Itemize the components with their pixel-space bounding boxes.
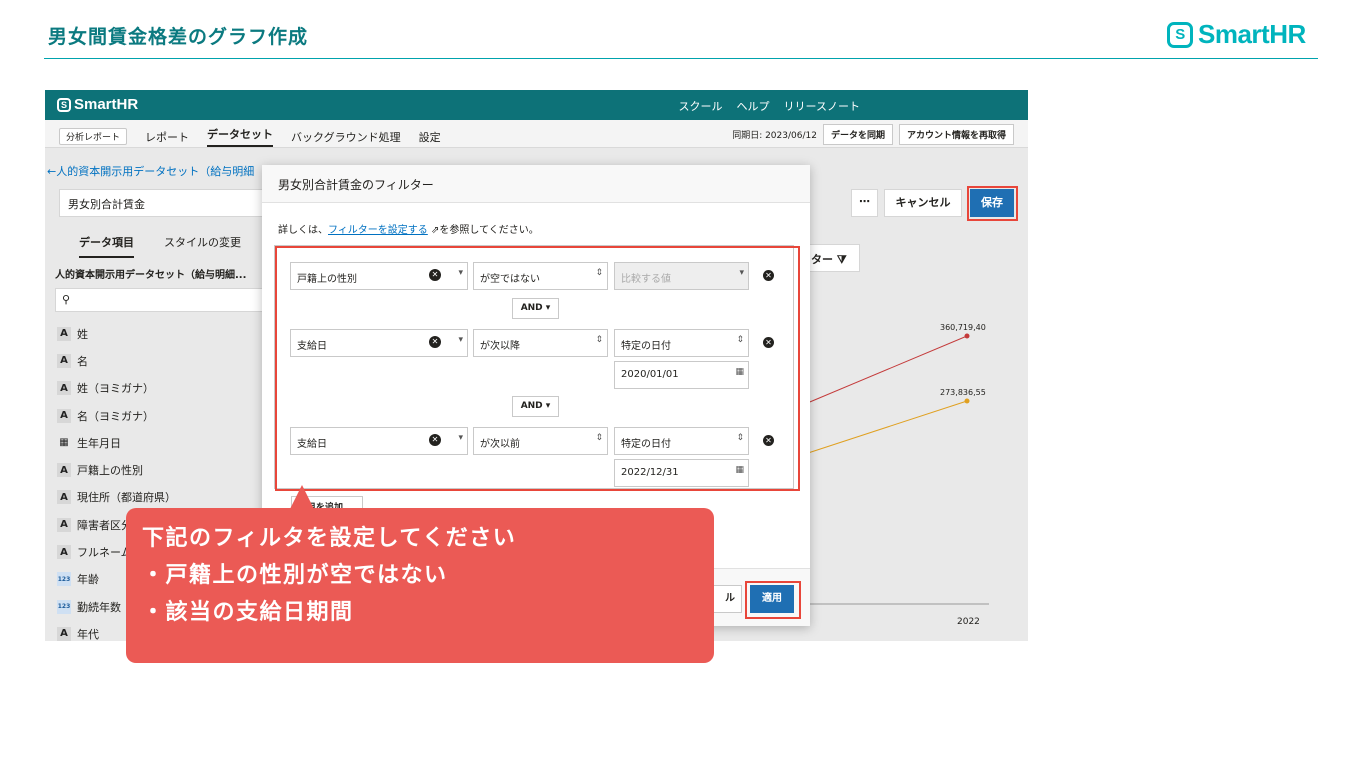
series-line-2 xyxy=(804,400,968,455)
modal-title: 男女別合計賃金のフィルター xyxy=(262,165,810,203)
smarthr-logo-icon: S xyxy=(1167,21,1193,48)
header-nav: スクール ヘルプ リリースノート xyxy=(679,98,860,114)
field-label: 戸籍上の性別 xyxy=(77,464,143,478)
text-type-icon: A xyxy=(57,381,71,396)
field-label: 障害者区分 xyxy=(77,518,132,532)
number-type-icon: 123 xyxy=(57,599,71,614)
back-link-text: 人的資本開示用データセット（給与明細 xyxy=(56,165,255,178)
data-label-2: 273,836,55 xyxy=(940,388,986,397)
callout-line: ・戸籍上の性別が空ではない xyxy=(142,563,448,588)
brand-text: SmartHR xyxy=(1198,19,1306,49)
note-prefix: 詳しくは、 xyxy=(278,225,328,236)
list-item[interactable]: A姓⣿ xyxy=(57,320,269,347)
logo-icon: S xyxy=(57,97,71,112)
external-link-icon: ⇗ xyxy=(427,225,440,236)
tab-background[interactable]: バックグラウンド処理 xyxy=(291,129,401,145)
app-header: S SmartHR スクール ヘルプ リリースノート xyxy=(45,90,1028,120)
sync-data-button[interactable]: データを同期 xyxy=(822,124,893,145)
x-tick-label: 2022 xyxy=(957,617,980,627)
series-point-2 xyxy=(964,398,970,404)
field-label: 勤続年数 xyxy=(77,600,121,614)
text-type-icon: A xyxy=(57,326,71,341)
chart-preview: 360,719,40 273,836,55 2022 xyxy=(785,300,1015,630)
apply-highlight xyxy=(745,581,801,619)
nav-help[interactable]: ヘルプ xyxy=(737,98,770,114)
filter-label: ター xyxy=(811,253,833,266)
app-logo-text: SmartHR xyxy=(74,96,139,113)
field-label: 現住所（都道府県） xyxy=(77,491,176,505)
tab-report[interactable]: レポート xyxy=(145,129,189,145)
callout-pointer xyxy=(290,485,314,509)
tab-analysis-report-chip[interactable]: 分析レポート xyxy=(59,128,128,145)
field-label: 名（ヨミガナ） xyxy=(77,409,154,423)
data-label-1: 360,719,40 xyxy=(940,323,986,332)
field-search-input[interactable]: ⚲ xyxy=(55,288,269,312)
field-label: 姓 xyxy=(77,327,88,341)
callout-line: ・該当の支給日期間 xyxy=(142,600,354,625)
slide-title: 男女間賃金格差のグラフ作成 xyxy=(48,26,309,48)
back-link[interactable]: ←人的資本開示用データセット（給与明細 xyxy=(47,163,254,179)
instruction-callout: 下記のフィルタを設定してください ・戸籍上の性別が空ではない ・該当の支給日期間 xyxy=(126,508,714,663)
save-highlight xyxy=(967,186,1018,221)
tab-style[interactable]: スタイルの変更 xyxy=(164,234,241,258)
filter-help-link[interactable]: フィルターを設定する xyxy=(328,225,428,236)
note-suffix: を参照してください。 xyxy=(439,225,539,236)
rules-highlight xyxy=(275,246,800,491)
search-icon: ⚲ xyxy=(62,293,71,306)
field-label: 名 xyxy=(77,354,88,368)
callout-line: 下記のフィルタを設定してください xyxy=(142,526,517,551)
tab-dataset[interactable]: データセット xyxy=(207,126,274,147)
more-button[interactable]: ⋯ xyxy=(851,189,878,217)
dataset-name-input[interactable]: 男女別合計賃金 xyxy=(59,189,279,217)
text-type-icon: A xyxy=(57,490,71,505)
field-label: 姓（ヨミガナ） xyxy=(77,382,154,396)
field-label: 生年月日 xyxy=(77,436,121,450)
field-label: 年齢 xyxy=(77,573,99,587)
tab-settings[interactable]: 設定 xyxy=(419,129,441,145)
series-point-1 xyxy=(964,333,970,339)
text-type-icon: A xyxy=(57,408,71,423)
text-type-icon: A xyxy=(57,545,71,560)
text-type-icon: A xyxy=(57,626,71,641)
text-type-icon: A xyxy=(57,353,71,368)
refetch-account-button[interactable]: アカウント情報を再取得 xyxy=(898,124,1014,145)
list-item[interactable]: A名⣿ xyxy=(57,347,269,374)
left-tabs: データ項目 スタイルの変更 xyxy=(79,234,241,258)
brand-logo: S SmartHR xyxy=(1167,19,1306,50)
filter-icon: ⧩ xyxy=(836,253,847,266)
field-label: 年代 xyxy=(77,627,99,641)
modal-note: 詳しくは、フィルターを設定する ⇗を参照してください。 xyxy=(278,221,539,236)
list-item[interactable]: A姓（ヨミガナ）⣿ xyxy=(57,375,269,402)
title-divider xyxy=(44,58,1318,59)
list-item[interactable]: A戸籍上の性別⣿ xyxy=(57,456,269,483)
arrow-left-icon: ← xyxy=(47,165,57,178)
nav-release-notes[interactable]: リリースノート xyxy=(784,98,860,114)
text-type-icon: A xyxy=(57,463,71,478)
field-label: フルネーム xyxy=(77,546,132,560)
list-item[interactable]: A現住所（都道府県）⣿ xyxy=(57,484,269,511)
nav-school[interactable]: スクール xyxy=(679,98,723,114)
list-item[interactable]: ▦生年月日⣿ xyxy=(57,429,269,456)
number-type-icon: 123 xyxy=(57,572,71,587)
sync-date: 同期日: 2023/06/12 xyxy=(732,131,817,141)
dataset-title: 人的資本開示用データセット（給与明細... xyxy=(55,270,247,281)
app-logo[interactable]: S SmartHR xyxy=(57,96,138,113)
text-type-icon: A xyxy=(57,517,71,532)
calendar-icon: ▦ xyxy=(59,437,69,449)
tab-data-items[interactable]: データ項目 xyxy=(79,234,134,258)
cancel-button[interactable]: キャンセル xyxy=(884,189,962,217)
list-item[interactable]: A名（ヨミガナ）⣿ xyxy=(57,402,269,429)
chart-lines xyxy=(804,333,989,605)
sub-nav: 分析レポート レポート データセット バックグラウンド処理 設定 同期日: 20… xyxy=(45,120,1028,148)
